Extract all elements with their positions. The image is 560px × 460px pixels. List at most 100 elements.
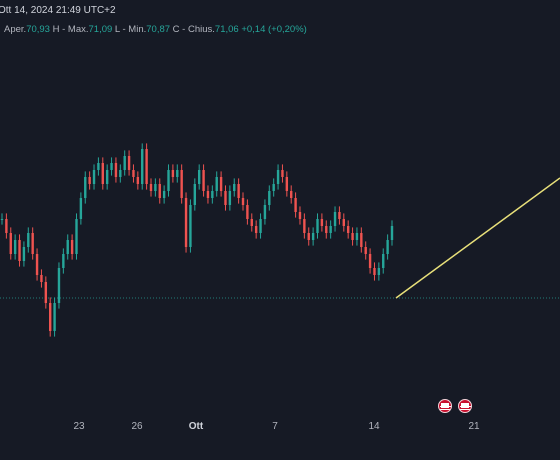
candle-body xyxy=(136,177,140,184)
candle-body xyxy=(215,177,218,191)
candle-body xyxy=(373,268,376,275)
candle-body xyxy=(176,170,179,177)
candle-body xyxy=(57,268,61,303)
candle-body xyxy=(224,191,227,205)
candle-body xyxy=(197,170,201,184)
candle-body xyxy=(228,191,232,205)
candle-body xyxy=(219,177,223,191)
candle-body xyxy=(254,226,258,233)
candle-body xyxy=(320,219,324,226)
candle-body xyxy=(53,303,56,331)
candle-body xyxy=(351,233,354,240)
candle-body xyxy=(241,198,245,205)
candle-body xyxy=(110,163,113,170)
candle-body xyxy=(285,177,289,191)
x-tick: Ott xyxy=(188,421,204,432)
candle-body xyxy=(206,191,210,198)
candle-body xyxy=(360,233,363,247)
candle-body xyxy=(92,170,96,184)
x-tick: 14 xyxy=(368,421,380,432)
x-tick: 23 xyxy=(73,421,85,432)
candle-body xyxy=(114,163,118,177)
candle-body xyxy=(233,184,236,191)
us-flag-icon[interactable] xyxy=(458,399,472,413)
candle-body xyxy=(141,149,144,184)
candle-body xyxy=(268,191,271,205)
candle-body xyxy=(298,212,302,219)
candle-body xyxy=(101,163,104,184)
candle-body xyxy=(167,170,170,191)
candle-body xyxy=(154,184,157,191)
candle-body xyxy=(180,170,183,198)
candle-body xyxy=(364,247,367,254)
candle-body xyxy=(75,219,78,254)
candle-body xyxy=(259,219,262,233)
candle-body xyxy=(250,219,253,226)
candle-body xyxy=(123,156,126,170)
candle-body xyxy=(325,226,328,233)
candle-body xyxy=(211,191,214,198)
candle-body xyxy=(377,268,381,275)
candle-body xyxy=(145,149,148,184)
candle-body xyxy=(338,212,341,219)
candle-body xyxy=(79,198,83,219)
candle-body xyxy=(149,184,153,191)
candle-body xyxy=(333,212,337,226)
candle-body xyxy=(97,163,100,170)
candle-body xyxy=(49,303,52,331)
candle-body xyxy=(294,198,297,212)
x-tick: 26 xyxy=(131,421,143,432)
price-chart[interactable] xyxy=(0,0,560,417)
candle-body xyxy=(307,233,310,240)
candle-body xyxy=(9,233,12,254)
candle-body xyxy=(382,254,385,268)
candle-body xyxy=(5,219,8,233)
candle-body xyxy=(27,233,30,247)
x-tick: 7 xyxy=(272,421,278,432)
candle-body xyxy=(281,170,284,177)
candle-body xyxy=(119,170,122,177)
candle-body xyxy=(35,254,39,275)
candle-body xyxy=(158,184,161,198)
candle-body xyxy=(390,226,394,240)
candle-body xyxy=(246,205,249,219)
candle-body xyxy=(88,177,91,184)
candle-body xyxy=(31,233,34,254)
candle-body xyxy=(0,219,4,220)
candle-body xyxy=(22,247,26,261)
trend-line[interactable] xyxy=(395,177,560,299)
candle-body xyxy=(290,191,293,198)
x-axis: 23 26 Ott 7 14 21 xyxy=(0,417,560,460)
candle-body xyxy=(66,240,69,254)
us-flag-icon[interactable] xyxy=(438,399,452,413)
candles-group xyxy=(0,143,394,337)
candle-body xyxy=(368,254,372,268)
x-tick: 21 xyxy=(468,421,480,432)
candle-body xyxy=(237,184,240,198)
candle-body xyxy=(303,219,306,233)
candle-body xyxy=(132,170,135,177)
candle-body xyxy=(44,282,48,303)
candle-body xyxy=(127,156,131,170)
candle-body xyxy=(84,177,87,198)
candle-body xyxy=(193,184,197,205)
candle-body xyxy=(346,226,350,233)
candle-body xyxy=(202,170,205,191)
candle-body xyxy=(276,170,280,184)
candle-body xyxy=(355,233,359,240)
candle-body xyxy=(189,205,192,247)
candle-body xyxy=(316,219,319,233)
candle-body xyxy=(62,254,65,268)
candle-body xyxy=(342,219,345,226)
candle-body xyxy=(311,233,315,240)
candle-body xyxy=(13,240,17,254)
candle-body xyxy=(70,240,74,254)
candle-body xyxy=(386,240,389,254)
candle-body xyxy=(329,226,332,233)
candle-body xyxy=(171,170,175,177)
candle-body xyxy=(272,184,275,191)
candle-body xyxy=(40,275,43,282)
candle-body xyxy=(18,240,21,261)
candle-body xyxy=(184,198,188,247)
candle-body xyxy=(105,170,109,184)
